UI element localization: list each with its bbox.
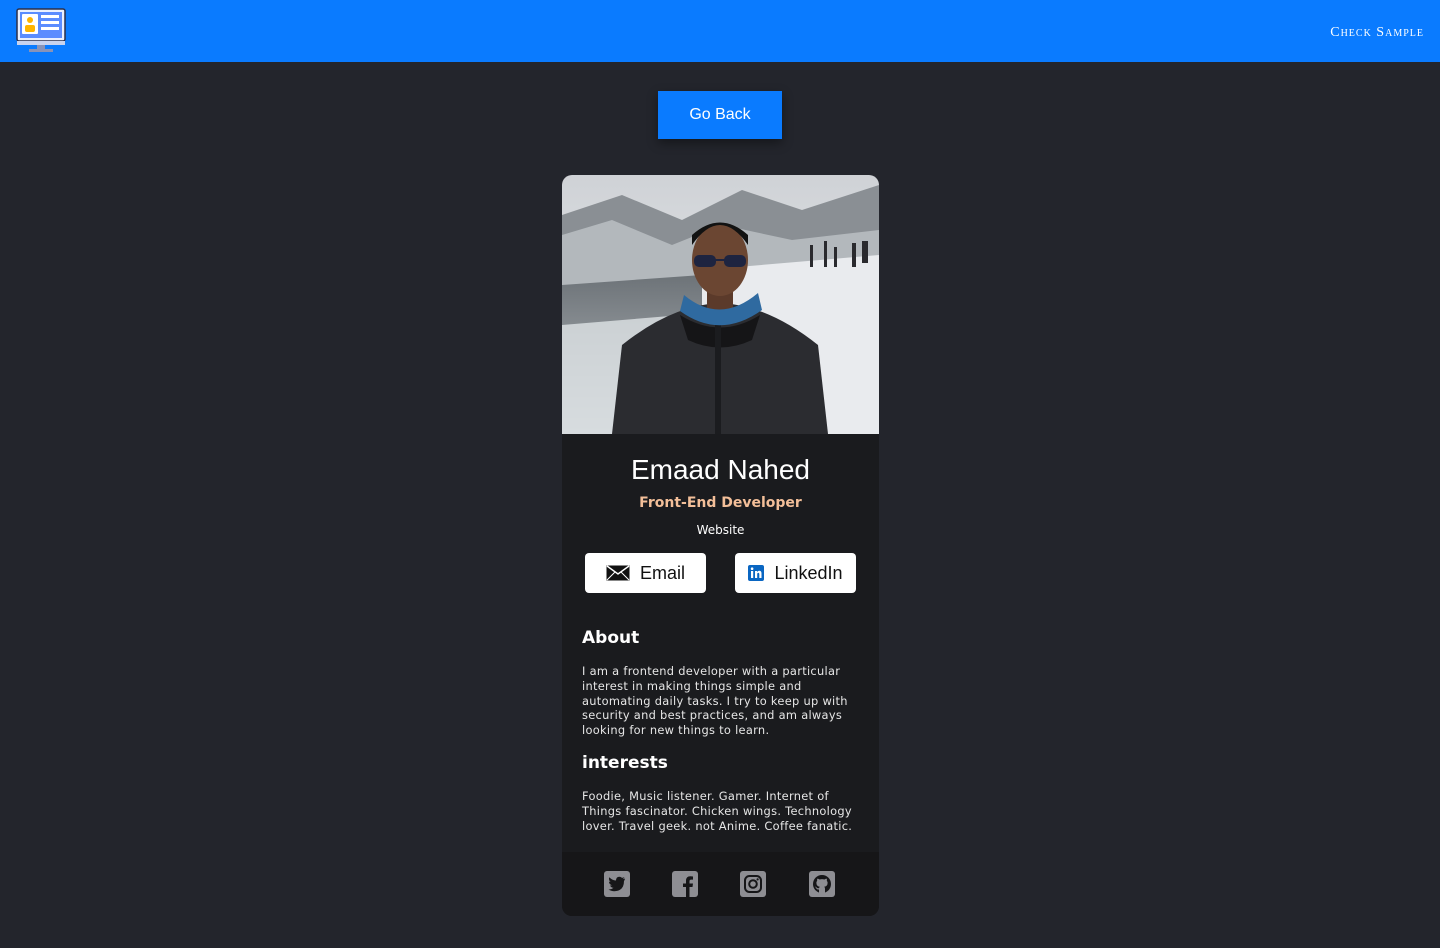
profile-monitor-icon[interactable] <box>15 7 67 53</box>
interests-text: Foodie, Music listener. Gamer. Internet … <box>582 789 853 833</box>
profile-card: Emaad Nahed Front-End Developer Website … <box>562 175 879 916</box>
github-icon[interactable] <box>808 870 836 898</box>
about-heading: About <box>582 628 640 648</box>
twitter-icon[interactable] <box>603 870 631 898</box>
top-navbar: Check Sample <box>0 0 1440 62</box>
check-sample-link[interactable]: Check Sample <box>1330 25 1424 41</box>
social-footer <box>562 852 879 916</box>
email-button[interactable]: Email <box>585 553 706 593</box>
envelope-icon <box>606 565 630 581</box>
linkedin-icon <box>748 565 765 581</box>
website-link[interactable]: Website <box>562 523 879 537</box>
email-button-label: Email <box>639 562 685 583</box>
about-text: I am a frontend developer with a particu… <box>582 664 848 738</box>
interests-heading: interests <box>582 753 668 773</box>
linkedin-button-label: LinkedIn <box>774 562 843 583</box>
linkedin-button[interactable]: LinkedIn <box>735 553 856 593</box>
profile-name: Emaad Nahed <box>630 454 810 485</box>
instagram-icon[interactable] <box>739 870 767 898</box>
profile-role: Front-End Developer <box>639 495 802 511</box>
go-back-button[interactable]: Go Back <box>658 91 782 139</box>
facebook-icon[interactable] <box>671 870 699 898</box>
profile-photo <box>562 175 879 434</box>
